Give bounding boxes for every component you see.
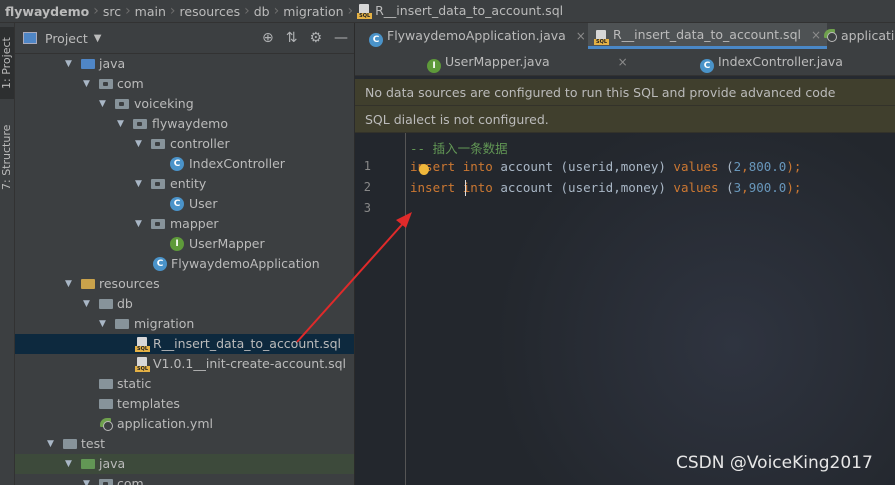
watermark: CSDN @VoiceKing2017 [676, 453, 873, 473]
annotation-arrow [296, 212, 412, 343]
annotation-arrow-line [296, 218, 408, 343]
annotation-arrow-head [396, 212, 412, 228]
